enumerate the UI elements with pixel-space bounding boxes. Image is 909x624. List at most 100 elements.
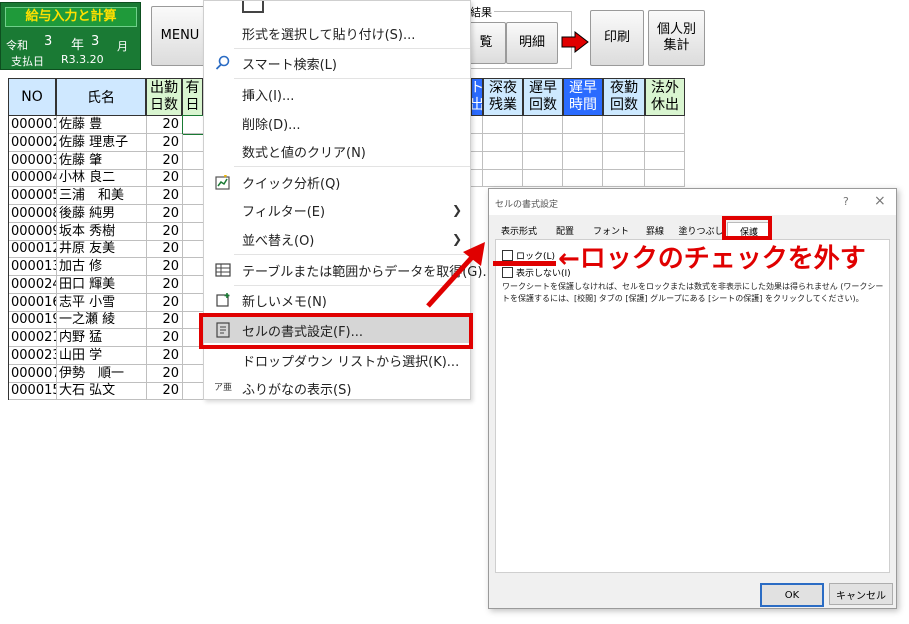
- workdays-cell[interactable]: 20: [147, 276, 183, 294]
- paid-leave-cell[interactable]: [183, 223, 204, 241]
- lock-checkbox[interactable]: [502, 250, 513, 261]
- menu-item-furigana[interactable]: ア亜 ふりがなの表示(S): [204, 375, 472, 401]
- attendance-cell[interactable]: [471, 134, 483, 152]
- ok-button[interactable]: OK: [760, 583, 824, 607]
- employee-name-cell[interactable]: 田口 輝美: [57, 276, 147, 294]
- year-value[interactable]: 3: [44, 34, 52, 49]
- paid-leave-cell[interactable]: [183, 152, 204, 170]
- workdays-cell[interactable]: 20: [147, 187, 183, 205]
- help-icon[interactable]: ?: [843, 195, 849, 208]
- attendance-cell[interactable]: [603, 152, 645, 170]
- workdays-cell[interactable]: 20: [147, 134, 183, 152]
- attendance-cell[interactable]: [645, 152, 685, 170]
- menu-item-smart-lookup[interactable]: スマート検索(L): [204, 50, 472, 76]
- month-value[interactable]: 3: [91, 34, 99, 49]
- attendance-cell[interactable]: [563, 116, 603, 134]
- attendance-cell[interactable]: [645, 116, 685, 134]
- employee-name-cell[interactable]: 佐藤 肇: [57, 152, 147, 170]
- employee-name-cell[interactable]: 内野 猛: [57, 329, 147, 347]
- workdays-cell[interactable]: 20: [147, 347, 183, 365]
- employee-name-cell[interactable]: 山田 学: [57, 347, 147, 365]
- employee-no-cell[interactable]: 000012: [9, 240, 57, 258]
- employee-no-cell[interactable]: 000003: [9, 152, 57, 170]
- tab-border[interactable]: 罫線: [637, 222, 673, 239]
- paid-leave-cell[interactable]: [183, 382, 204, 400]
- attendance-cell[interactable]: [603, 169, 645, 187]
- workdays-cell[interactable]: 20: [147, 205, 183, 223]
- menu-item-quick-analysis[interactable]: クイック分析(Q): [204, 169, 472, 195]
- attendance-cell[interactable]: [645, 134, 685, 152]
- workdays-cell[interactable]: 20: [147, 329, 183, 347]
- attendance-cell[interactable]: [471, 169, 483, 187]
- workdays-cell[interactable]: 20: [147, 116, 183, 134]
- workdays-cell[interactable]: 20: [147, 294, 183, 312]
- menu-button[interactable]: MENU: [151, 6, 209, 66]
- payday-value[interactable]: R3.3.20: [61, 53, 104, 66]
- paid-leave-cell[interactable]: [183, 134, 204, 152]
- detail-button[interactable]: 明細: [506, 22, 558, 64]
- employee-name-cell[interactable]: 伊勢 順一: [57, 365, 147, 383]
- attendance-cell[interactable]: [523, 116, 563, 134]
- employee-no-cell[interactable]: 000023: [9, 347, 57, 365]
- paid-leave-cell[interactable]: [182, 115, 205, 135]
- attendance-cell[interactable]: [483, 116, 523, 134]
- workdays-cell[interactable]: 20: [147, 365, 183, 383]
- employee-name-cell[interactable]: 井原 友美: [57, 240, 147, 258]
- paid-leave-cell[interactable]: [183, 240, 204, 258]
- employee-name-cell[interactable]: 志平 小雪: [57, 294, 147, 312]
- employee-no-cell[interactable]: 000016: [9, 294, 57, 312]
- workdays-cell[interactable]: 20: [147, 240, 183, 258]
- menu-item-insert[interactable]: 挿入(I)...: [204, 81, 472, 107]
- employee-name-cell[interactable]: 佐藤 豊: [57, 116, 147, 134]
- close-icon[interactable]: ×: [874, 193, 886, 209]
- attendance-cell[interactable]: [483, 134, 523, 152]
- employee-no-cell[interactable]: 000009: [9, 223, 57, 241]
- employee-no-cell[interactable]: 000021: [9, 329, 57, 347]
- menu-item-dropdown[interactable]: ドロップダウン リストから選択(K)...: [204, 347, 472, 373]
- employee-no-cell[interactable]: 000002: [9, 134, 57, 152]
- personal-summary-button[interactable]: 個人別 集計: [648, 10, 705, 66]
- attendance-cell[interactable]: [563, 134, 603, 152]
- attendance-cell[interactable]: [603, 116, 645, 134]
- employee-no-cell[interactable]: 000005: [9, 187, 57, 205]
- workdays-cell[interactable]: 20: [147, 169, 183, 187]
- menu-item-delete[interactable]: 削除(D)...: [204, 110, 472, 136]
- employee-name-cell[interactable]: 坂本 秀樹: [57, 223, 147, 241]
- employee-no-cell[interactable]: 000001: [9, 116, 57, 134]
- attendance-cell[interactable]: [523, 152, 563, 170]
- list-button[interactable]: 覧: [466, 22, 506, 64]
- workdays-cell[interactable]: 20: [147, 382, 183, 400]
- employee-no-cell[interactable]: 000013: [9, 258, 57, 276]
- menu-item-paste-special[interactable]: 形式を選択して貼り付け(S)...: [204, 20, 472, 46]
- print-button[interactable]: 印刷: [590, 10, 644, 66]
- paid-leave-cell[interactable]: [183, 347, 204, 365]
- attendance-cell[interactable]: [471, 116, 483, 134]
- paid-leave-cell[interactable]: [183, 169, 204, 187]
- employee-no-cell[interactable]: 000015: [9, 382, 57, 400]
- paid-leave-cell[interactable]: [183, 365, 204, 383]
- attendance-cell[interactable]: [603, 134, 645, 152]
- tab-number[interactable]: 表示形式: [497, 222, 541, 239]
- attendance-cell[interactable]: [563, 169, 603, 187]
- employee-name-cell[interactable]: 後藤 純男: [57, 205, 147, 223]
- attendance-cell[interactable]: [523, 169, 563, 187]
- employee-no-cell[interactable]: 000024: [9, 276, 57, 294]
- workdays-cell[interactable]: 20: [147, 223, 183, 241]
- tab-fill[interactable]: 塗りつぶし: [677, 222, 725, 239]
- attendance-cell[interactable]: [471, 152, 483, 170]
- paid-leave-cell[interactable]: [183, 276, 204, 294]
- paid-leave-cell[interactable]: [183, 187, 204, 205]
- workdays-cell[interactable]: 20: [147, 152, 183, 170]
- employee-no-cell[interactable]: 000007: [9, 365, 57, 383]
- employee-name-cell[interactable]: 一之瀬 綾: [57, 311, 147, 329]
- attendance-cell[interactable]: [483, 169, 523, 187]
- attendance-cell[interactable]: [483, 152, 523, 170]
- workdays-cell[interactable]: 20: [147, 311, 183, 329]
- employee-name-cell[interactable]: 小林 良二: [57, 169, 147, 187]
- employee-no-cell[interactable]: 000008: [9, 205, 57, 223]
- workdays-cell[interactable]: 20: [147, 258, 183, 276]
- hide-checkbox[interactable]: [502, 267, 513, 278]
- employee-name-cell[interactable]: 加古 修: [57, 258, 147, 276]
- attendance-cell[interactable]: [645, 169, 685, 187]
- attendance-cell[interactable]: [563, 152, 603, 170]
